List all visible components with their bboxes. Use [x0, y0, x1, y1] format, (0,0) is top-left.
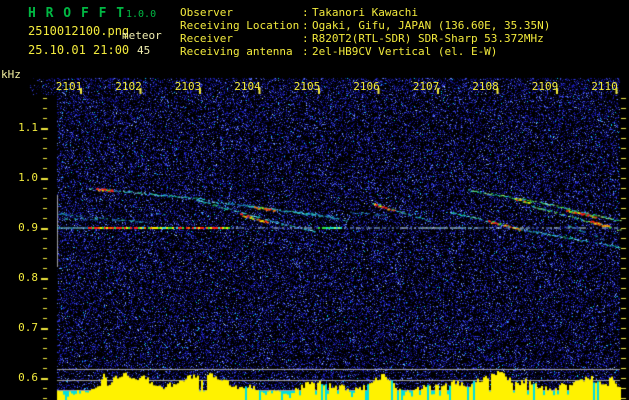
time-tick-label: 2103	[174, 80, 202, 93]
info-label: Receiving antenna	[180, 45, 293, 58]
info-value: Ogaki, Gifu, JAPAN (136.60E, 35.35N)	[312, 19, 551, 32]
info-value: R820T2(RTL-SDR) SDR-Sharp 53.372MHz	[312, 32, 544, 45]
info-separator: :	[302, 6, 309, 19]
freq-tick-label: 0.7	[18, 321, 38, 334]
echo-count: 45	[137, 44, 151, 57]
time-tick-label: 2109	[531, 80, 559, 93]
info-label: Receiver	[180, 32, 233, 45]
app-version: 1.0.0	[126, 9, 157, 20]
freq-tick-label: 1.0	[18, 171, 38, 184]
info-separator: :	[302, 45, 309, 58]
info-separator: :	[302, 19, 309, 32]
time-tick-label: 2105	[293, 80, 321, 93]
freq-axis-unit: kHz	[1, 68, 21, 81]
spectrogram-canvas	[0, 0, 629, 400]
freq-tick-label: 1.1	[18, 121, 38, 134]
app-title: H R O F F T	[28, 6, 126, 21]
mode-label: meteor	[122, 29, 162, 42]
hrofft-window: { "app": { "title_letters": "H R O F F T…	[0, 0, 629, 400]
time-tick-label: 2102	[115, 80, 142, 93]
time-tick-label: 2110	[591, 80, 618, 93]
info-row-observer: Observer: Takanori Kawachi	[180, 6, 418, 19]
info-label: Receiving Location	[180, 19, 300, 32]
output-filename: 2510012100.png	[28, 24, 130, 38]
info-row-location: Receiving Location: Ogaki, Gifu, JAPAN (1…	[180, 19, 550, 32]
time-tick-label: 2101	[55, 80, 83, 93]
info-label: Observer	[180, 6, 233, 19]
info-row-antenna: Receiving antenna:2el-HB9CV Vertical (el…	[180, 45, 497, 58]
time-tick-label: 2104	[234, 80, 261, 93]
info-separator: :	[302, 32, 309, 45]
info-value: Takanori Kawachi	[312, 6, 418, 19]
info-value: 2el-HB9CV Vertical (el. E-W)	[312, 45, 498, 58]
freq-tick-label: 0.8	[18, 271, 38, 284]
info-row-receiver: Receiver: R820T2(RTL-SDR) SDR-Sharp 53.37…	[180, 32, 544, 45]
freq-tick-label: 0.6	[18, 371, 38, 384]
freq-tick-label: 0.9	[18, 221, 38, 234]
datetime-label: 25.10.01 21:00	[28, 43, 130, 57]
time-tick-label: 2107	[412, 80, 440, 93]
time-tick-label: 2106	[353, 80, 380, 93]
time-tick-label: 2108	[472, 80, 499, 93]
